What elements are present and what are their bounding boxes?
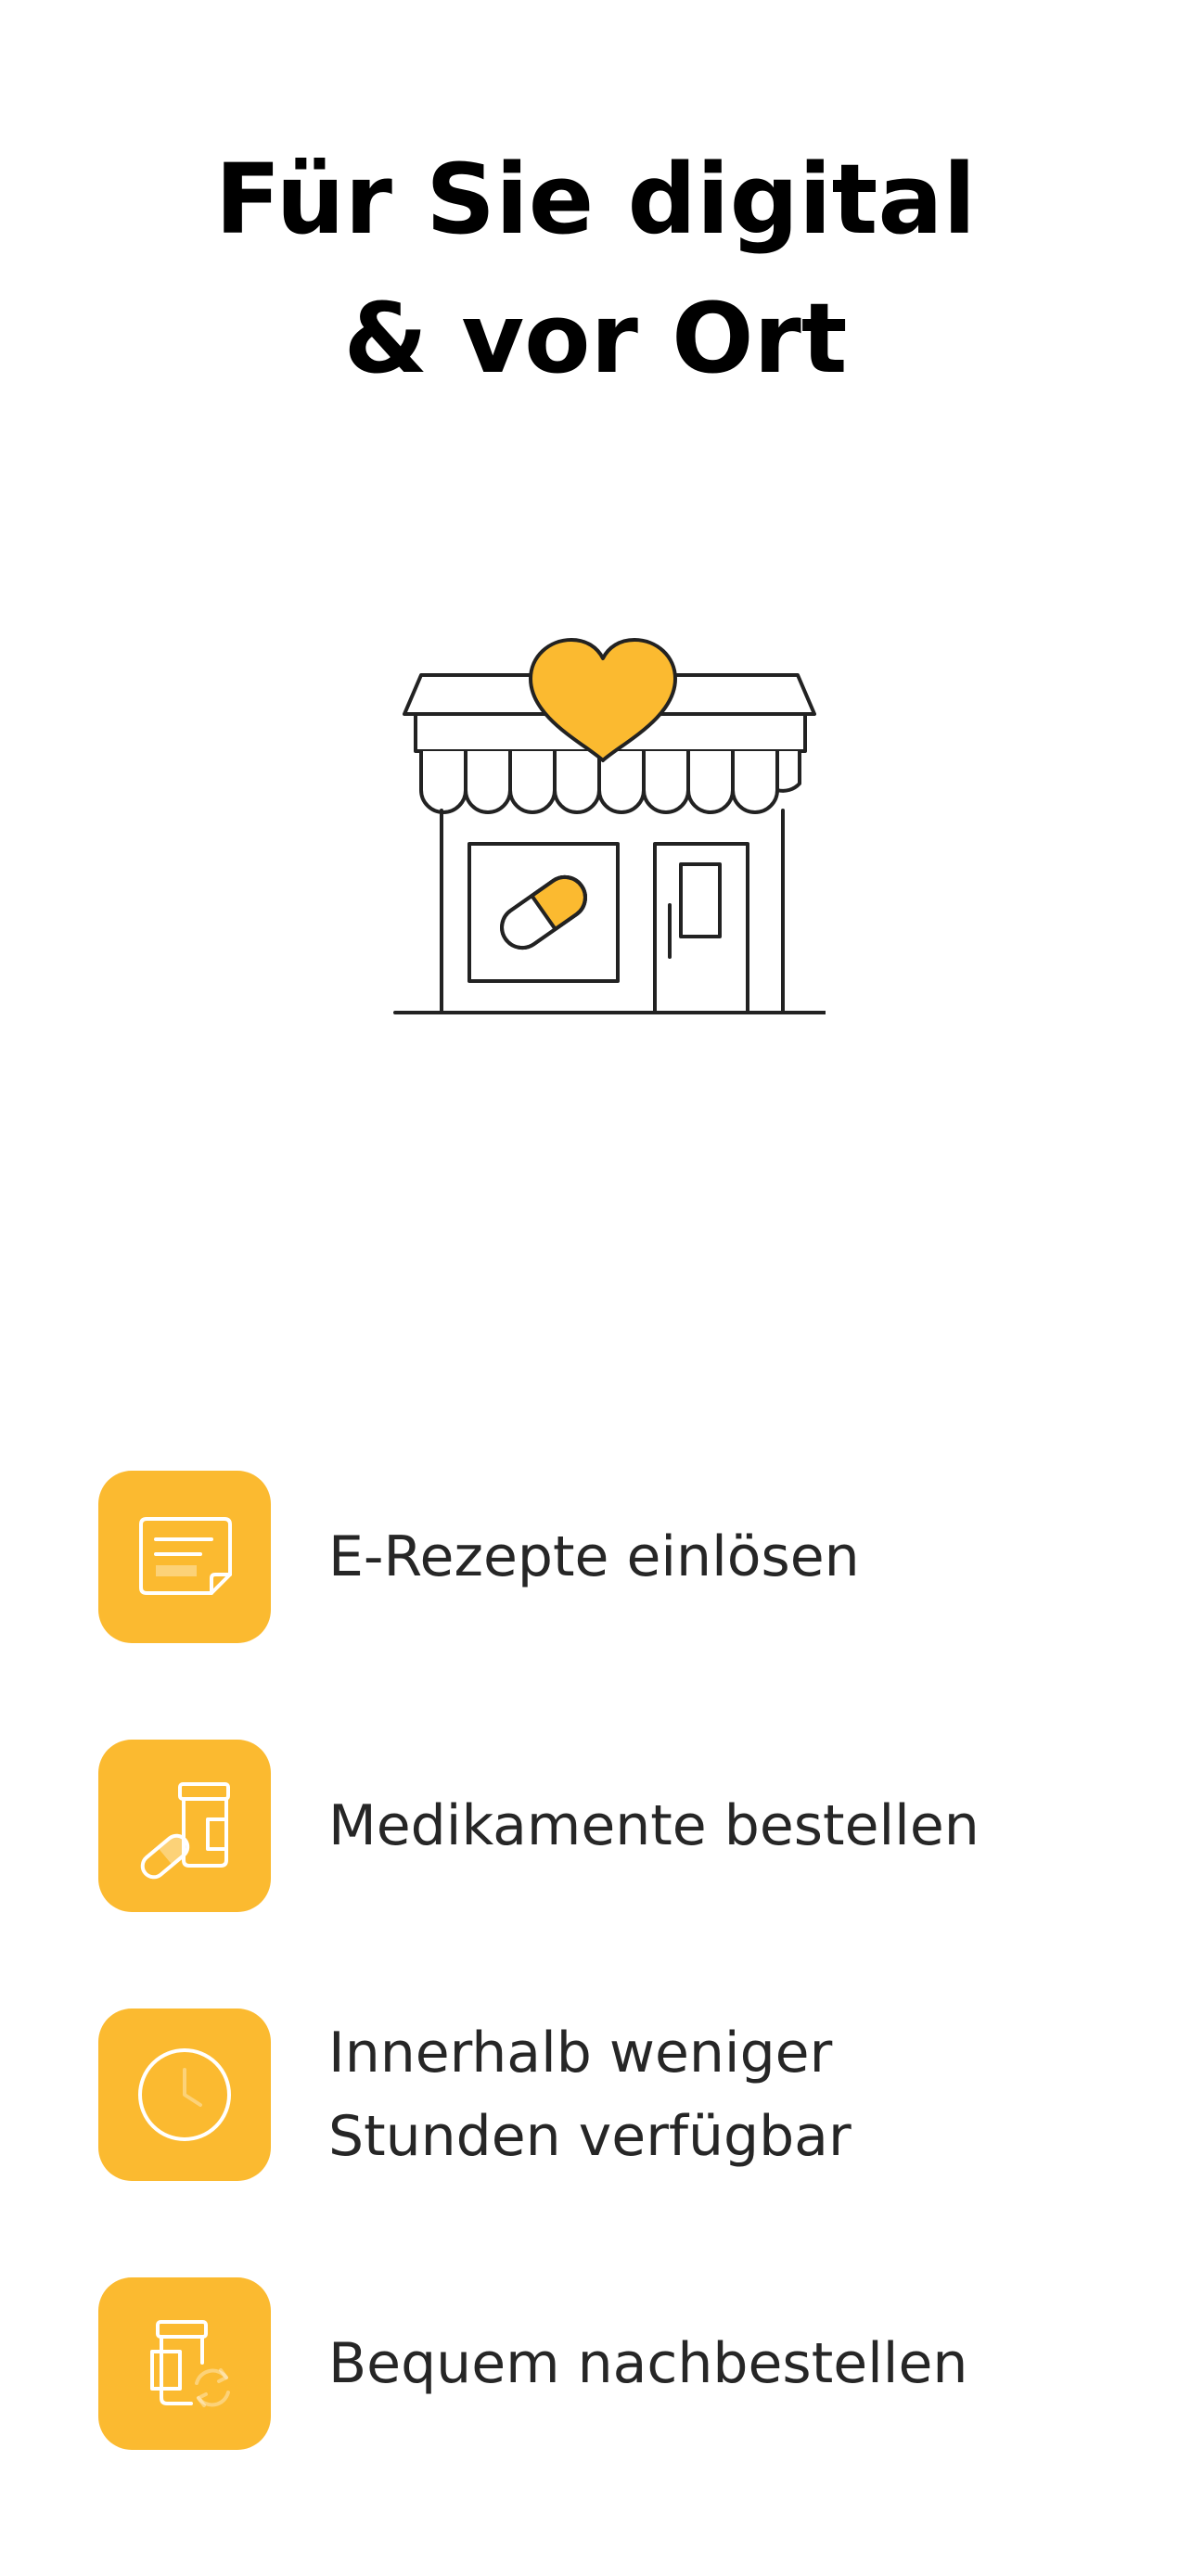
page-title-line-1: Für Sie digital xyxy=(214,143,977,256)
feature-label-line-2: Stunden verfügbar xyxy=(328,2104,852,2169)
clock-icon xyxy=(98,2009,271,2181)
feature-label: Bequem nachbestellen xyxy=(328,2277,1126,2450)
feature-label-line-1: Innerhalb weniger xyxy=(328,2021,833,2085)
list-item: Bequem nachbestellen xyxy=(98,2277,1137,2450)
medication-pill-bottle-icon xyxy=(98,1740,271,1912)
page-title: Für Sie digital & vor Ort xyxy=(0,130,1191,408)
list-item: E-Rezepte einlösen xyxy=(98,1471,1137,1643)
feature-label-line-1: Medikamente bestellen xyxy=(328,1793,980,1858)
page-title-line-2: & vor Ort xyxy=(343,282,848,395)
prescription-document-icon xyxy=(98,1471,271,1643)
list-item: Medikamente bestellen xyxy=(98,1740,1137,1912)
feature-label-line-1: Bequem nachbestellen xyxy=(328,2331,968,2396)
reorder-refresh-icon xyxy=(98,2277,271,2450)
list-item: Innerhalb weniger Stunden verfügbar xyxy=(98,2009,1137,2181)
feature-label: E-Rezepte einlösen xyxy=(328,1471,1126,1643)
pharmacy-storefront-heart-icon xyxy=(380,621,831,1029)
feature-label-line-1: E-Rezepte einlösen xyxy=(328,1524,860,1589)
feature-label: Innerhalb weniger Stunden verfügbar xyxy=(328,2009,1126,2181)
feature-label: Medikamente bestellen xyxy=(328,1740,1126,1912)
